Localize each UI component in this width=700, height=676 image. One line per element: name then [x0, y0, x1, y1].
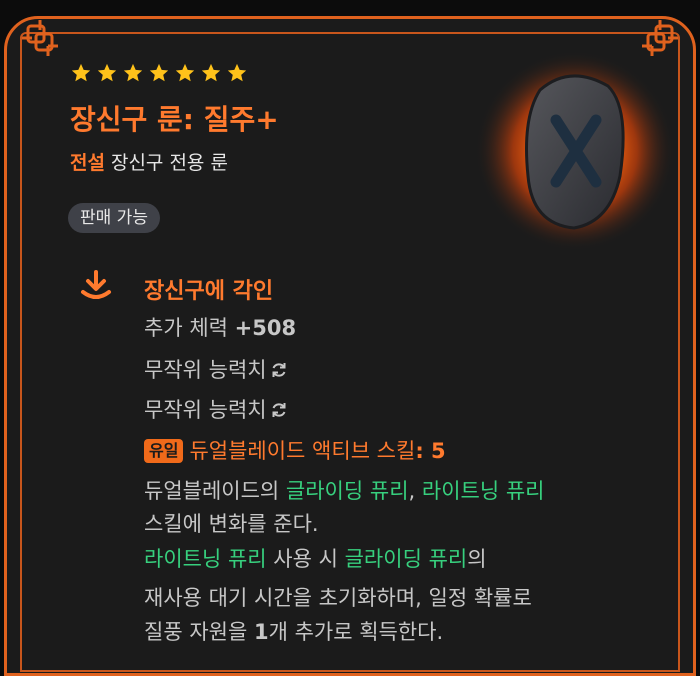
- desc-text: 사용 시: [266, 547, 345, 571]
- item-subtitle: 전설 장신구 전용 룬: [70, 148, 228, 175]
- refresh-icon: [272, 403, 286, 417]
- engrave-down-arrow-icon: [81, 270, 111, 299]
- desc-line-2: 스킬에 변화를 준다.: [144, 512, 319, 536]
- desc-line-5: 질풍 자원을 1개 추가로 획득한다.: [144, 618, 443, 646]
- skill-level-label: 듀얼블레이드 액티브 스킬: [189, 439, 416, 463]
- random-stat-label: 무작위 능력치: [144, 358, 267, 382]
- stat-line-health: 추가 체력 +508: [144, 314, 296, 342]
- star-icon: [71, 63, 91, 82]
- stat-value: +508: [234, 316, 297, 340]
- star-icon: [201, 63, 221, 82]
- star-icon: [123, 63, 143, 82]
- desc-text: ,: [408, 479, 422, 503]
- stat-label: 추가 체력: [144, 316, 228, 340]
- desc-line-3: 라이트닝 퓨리 사용 시 글라이딩 퓨리의: [144, 545, 487, 573]
- skill-name-lightning-fury: 라이트닝 퓨리: [144, 547, 267, 571]
- star-rating: [70, 62, 248, 84]
- item-name: 장신구 룬: 질주+: [70, 103, 279, 136]
- item-grade: 전설: [70, 152, 105, 174]
- corner-knot-ornament-left: [22, 20, 58, 56]
- unique-skill-line: 유일 듀얼블레이드 액티브 스킬: 5: [144, 437, 446, 465]
- random-stat-line-2: 무작위 능력치: [144, 396, 288, 424]
- desc-number: 1: [253, 620, 269, 644]
- desc-text: 개 추가로 획득한다.: [268, 620, 444, 644]
- section-title: 장신구에 각인: [144, 279, 274, 304]
- star-icon: [227, 63, 247, 82]
- skill-name-lightning-fury: 라이트닝 퓨리: [421, 479, 545, 503]
- star-icon: [175, 63, 195, 82]
- tradeable-badge: 판매 가능: [68, 203, 160, 233]
- desc-line-1: 듀얼블레이드의 글라이딩 퓨리, 라이트닝 퓨리: [144, 477, 545, 505]
- random-stat-line-1: 무작위 능력치: [144, 356, 288, 384]
- desc-text: 의: [467, 547, 487, 571]
- skill-name-gliding-fury: 글라이딩 퓨리: [285, 479, 409, 503]
- star-icon: [149, 63, 169, 82]
- item-type: 장신구 전용 룬: [110, 152, 228, 174]
- unique-tag: 유일: [144, 439, 184, 463]
- skill-name-gliding-fury: 글라이딩 퓨리: [344, 547, 468, 571]
- desc-text: 듀얼블레이드의: [144, 479, 286, 503]
- random-stat-label: 무작위 능력치: [144, 398, 267, 422]
- desc-text: 질풍 자원을: [144, 620, 254, 644]
- rune-stone-icon: [475, 51, 675, 251]
- star-icon: [97, 63, 117, 82]
- desc-line-4: 재사용 대기 시간을 초기화하며, 일정 확률로: [144, 586, 532, 610]
- skill-level-value: : 5: [415, 439, 446, 463]
- refresh-icon: [272, 363, 286, 377]
